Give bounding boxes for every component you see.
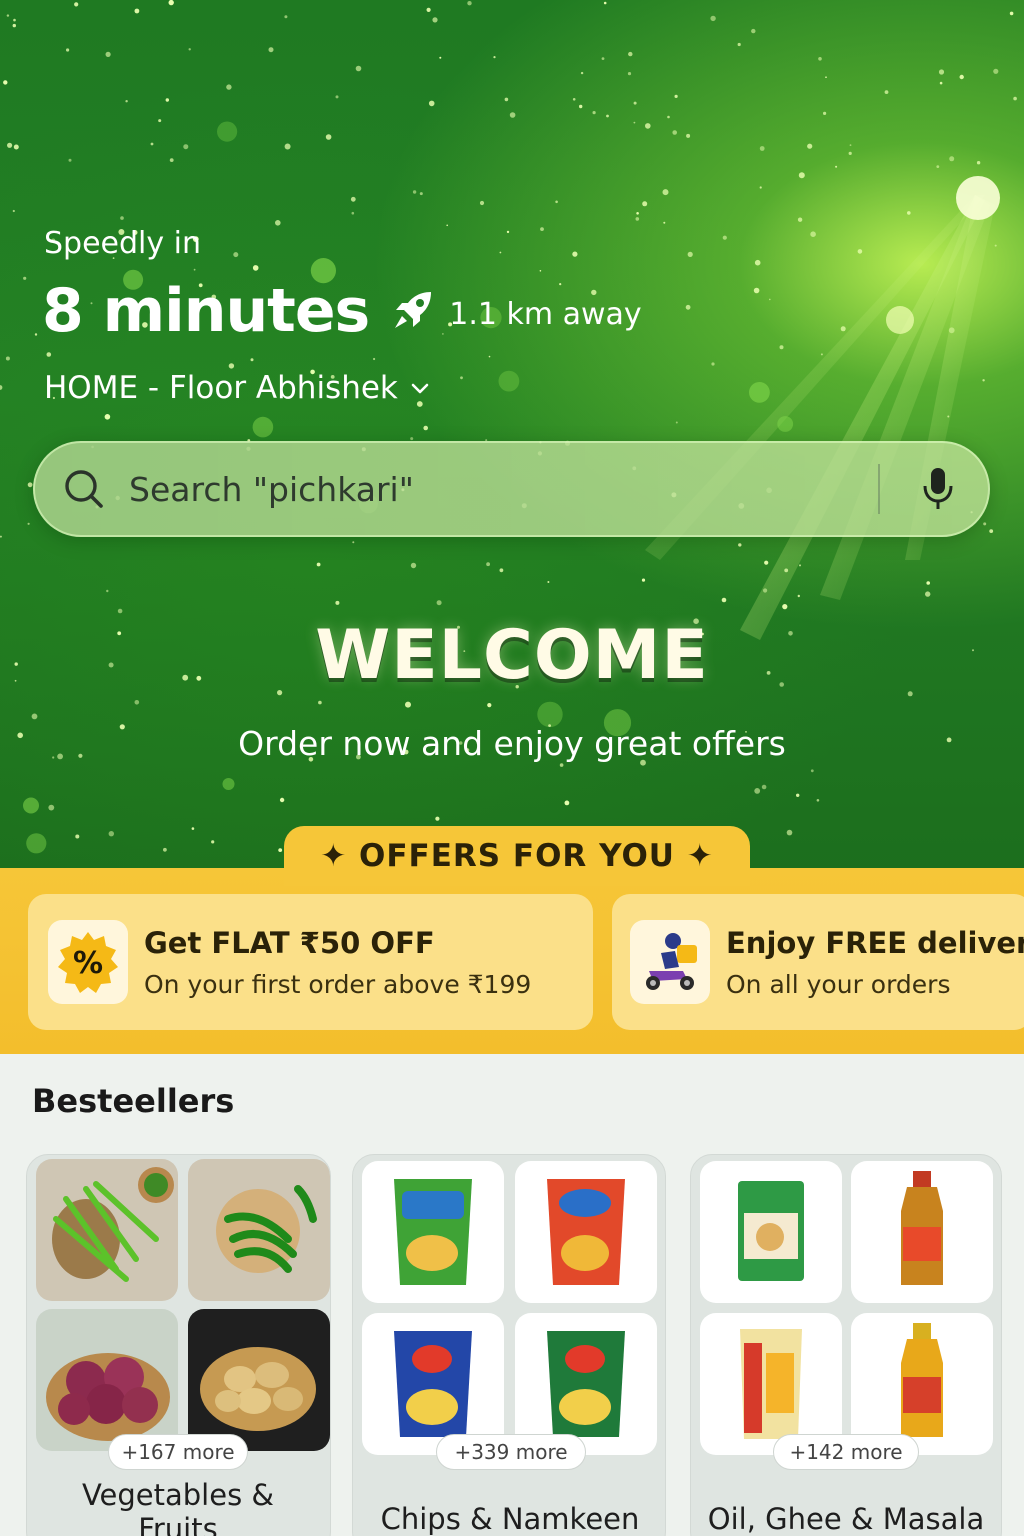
mic-icon[interactable] xyxy=(918,464,958,514)
offer-icon-container: % xyxy=(48,920,128,1004)
category-label: Chips & Namkeen xyxy=(380,1502,640,1536)
product-image-green-onion xyxy=(36,1159,178,1301)
offers-heading: ✦ OFFERS FOR YOU ✦ xyxy=(284,826,750,886)
category-card-chips-namkeen[interactable] xyxy=(352,1154,666,1536)
speedly-label: Speedly in xyxy=(44,226,202,261)
delivery-scooter-icon xyxy=(646,933,697,990)
product-image-chips-orange xyxy=(515,1161,657,1303)
more-count-pill: +167 more xyxy=(108,1434,248,1470)
offer-subtitle: On all your orders xyxy=(726,969,951,999)
more-count-pill: +339 more xyxy=(436,1434,586,1470)
product-image-masala-pack xyxy=(700,1161,842,1303)
rocket-icon xyxy=(395,292,432,328)
search-input[interactable]: Search "pichkari" xyxy=(129,470,878,509)
product-image-chips-green xyxy=(362,1161,504,1303)
percent-badge-icon: % xyxy=(58,932,118,993)
product-image-green-chilli xyxy=(188,1159,330,1301)
category-label: Vegetables & Fruits xyxy=(81,1478,275,1536)
address-text: HOME - Floor Abhishek xyxy=(44,370,398,406)
eta-time: 8 minutes xyxy=(42,276,370,346)
offer-title: Enjoy FREE delivery xyxy=(726,925,1024,960)
product-image-oil-bottle xyxy=(851,1161,993,1303)
welcome-subtitle: Order now and enjoy great offers xyxy=(238,724,786,763)
chevron-down-icon xyxy=(411,383,429,394)
offer-icon-container xyxy=(630,920,710,1004)
svg-text:%: % xyxy=(73,946,103,981)
offer-title: Get FLAT ₹50 OFF xyxy=(144,925,435,960)
category-label: Oil, Ghee & Masala xyxy=(707,1502,985,1536)
search-icon xyxy=(65,470,103,508)
eta-row: 8 minutes 1.1 km away xyxy=(42,276,642,346)
welcome-title: WELCOME xyxy=(315,616,709,695)
offer-card-free-delivery[interactable]: Enjoy FREE delivery On all your orders xyxy=(612,894,1024,1030)
search-bar[interactable]: Search "pichkari" xyxy=(33,441,990,537)
search-divider xyxy=(878,464,880,514)
product-image-potatoes xyxy=(188,1309,330,1451)
category-card-oil-ghee-masala[interactable] xyxy=(690,1154,1002,1536)
bestsellers-title: Besteellers xyxy=(32,1082,235,1120)
offer-subtitle: On your first order above ₹199 xyxy=(144,969,532,999)
more-count-pill: +142 more xyxy=(773,1434,919,1470)
product-image-onions xyxy=(36,1309,178,1451)
hero-banner: Speedly in 8 minutes 1.1 km away HOME - … xyxy=(0,0,1024,880)
address-selector[interactable]: HOME - Floor Abhishek xyxy=(44,370,432,406)
offer-card-flat-off[interactable]: % Get FLAT ₹50 OFF On your first order a… xyxy=(28,894,593,1030)
distance-text: 1.1 km away xyxy=(449,296,642,332)
